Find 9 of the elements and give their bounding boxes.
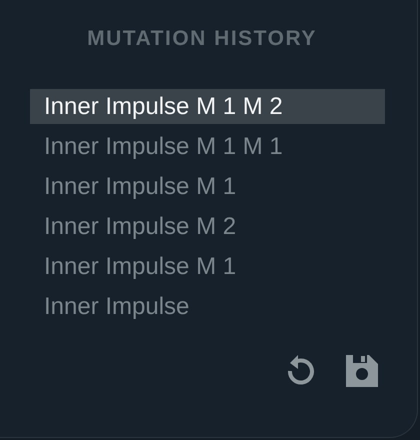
history-item[interactable]: Inner Impulse M 1 [30,248,385,284]
panel-title: MUTATION HISTORY [86,26,318,52]
history-item[interactable]: Inner Impulse M 1 [30,168,385,204]
save-button[interactable] [345,354,379,388]
history-item[interactable]: Inner Impulse [30,288,385,324]
history-item[interactable]: Inner Impulse M 2 [30,208,385,244]
history-item[interactable]: Inner Impulse M 1 M 1 [30,128,385,164]
history-item[interactable]: Inner Impulse M 1 M 2 [30,88,385,124]
undo-button[interactable] [285,354,315,388]
